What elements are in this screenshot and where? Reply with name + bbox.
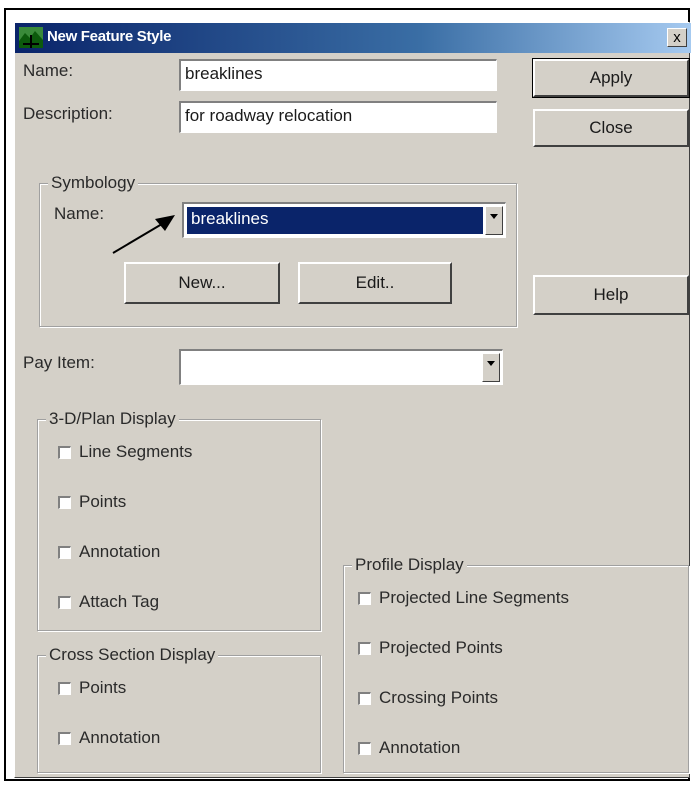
- checkbox-box[interactable]: [58, 731, 71, 745]
- close-window-button[interactable]: x: [667, 28, 687, 47]
- title-bar[interactable]: New Feature Style x: [15, 23, 691, 53]
- name-field[interactable]: breaklines: [179, 59, 497, 91]
- checkbox-box[interactable]: [58, 445, 71, 459]
- symbology-legend: Symbology: [48, 173, 139, 193]
- projected-line-segments-checkbox[interactable]: Projected Line Segments: [358, 588, 569, 608]
- checkbox-label: Annotation: [79, 542, 161, 561]
- symbology-name-dropdown[interactable]: breaklines: [182, 202, 506, 238]
- name-label: Name:: [23, 61, 74, 80]
- projected-points-checkbox[interactable]: Projected Points: [358, 638, 503, 658]
- new-symbology-button[interactable]: New...: [124, 262, 280, 304]
- checkbox-label: Annotation: [79, 728, 161, 747]
- apply-button[interactable]: Apply: [532, 58, 690, 98]
- window-title: New Feature Style: [47, 28, 172, 45]
- terrain-app-icon: [19, 27, 43, 48]
- points-checkbox[interactable]: Points: [58, 492, 126, 512]
- chevron-down-icon[interactable]: [485, 206, 503, 235]
- attach-tag-checkbox[interactable]: Attach Tag: [58, 592, 159, 612]
- checkbox-label: Projected Line Segments: [379, 588, 569, 607]
- crossing-points-checkbox[interactable]: Crossing Points: [358, 688, 498, 708]
- plan-display-legend: 3-D/Plan Display: [46, 409, 179, 429]
- profile-annotation-checkbox[interactable]: Annotation: [358, 738, 460, 758]
- checkbox-label: Points: [79, 678, 127, 697]
- cross-section-points-checkbox[interactable]: Points: [58, 678, 126, 698]
- checkbox-box[interactable]: [58, 495, 71, 509]
- description-label: Description:: [23, 104, 113, 123]
- new-feature-style-dialog: New Feature Style x Name: breaklines Des…: [14, 22, 691, 778]
- line-segments-checkbox[interactable]: Line Segments: [58, 442, 192, 462]
- symbology-name-selected: breaklines: [186, 206, 484, 235]
- checkbox-label: Attach Tag: [79, 592, 160, 611]
- symbology-name-label: Name:: [54, 204, 105, 223]
- plan-display-group: 3-D/Plan Display Line Segments Points An…: [37, 409, 321, 631]
- checkbox-label: Projected Points: [379, 638, 503, 657]
- cross-section-display-group: Cross Section Display Points Annotation: [37, 645, 321, 773]
- profile-display-legend: Profile Display: [352, 555, 467, 575]
- annotation-checkbox[interactable]: Annotation: [58, 542, 160, 562]
- cross-section-legend: Cross Section Display: [46, 645, 219, 665]
- pay-item-label: Pay Item:: [23, 353, 95, 372]
- checkbox-label: Annotation: [379, 738, 461, 757]
- checkbox-box[interactable]: [58, 681, 71, 695]
- checkbox-box[interactable]: [358, 591, 371, 605]
- pointer-arrow: [112, 215, 175, 254]
- checkbox-box[interactable]: [358, 741, 371, 755]
- checkbox-label: Crossing Points: [379, 688, 499, 707]
- cross-section-annotation-checkbox[interactable]: Annotation: [58, 728, 160, 748]
- checkbox-box[interactable]: [358, 691, 371, 705]
- close-button[interactable]: Close: [533, 109, 689, 147]
- checkbox-box[interactable]: [358, 641, 371, 655]
- checkbox-box[interactable]: [58, 545, 71, 559]
- help-button[interactable]: Help: [533, 275, 689, 315]
- edit-symbology-button[interactable]: Edit..: [298, 262, 452, 304]
- screenshot-frame: New Feature Style x Name: breaklines Des…: [4, 8, 691, 781]
- chevron-down-icon[interactable]: [482, 353, 500, 382]
- pay-item-dropdown[interactable]: [179, 349, 503, 385]
- description-field[interactable]: for roadway relocation: [179, 101, 497, 133]
- checkbox-label: Line Segments: [79, 442, 193, 461]
- checkbox-box[interactable]: [58, 595, 71, 609]
- profile-display-group: Profile Display Projected Line Segments …: [343, 555, 689, 773]
- checkbox-label: Points: [79, 492, 127, 511]
